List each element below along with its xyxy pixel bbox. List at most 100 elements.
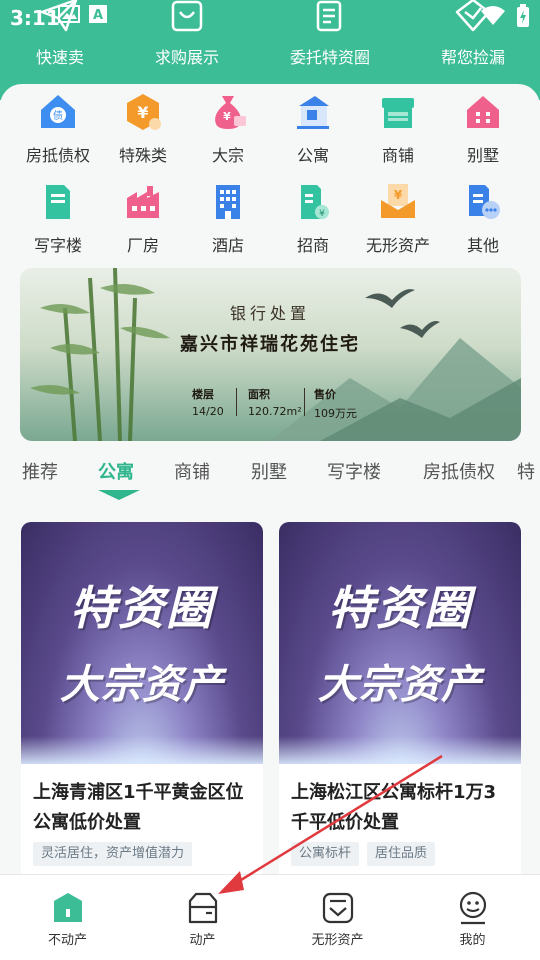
box-icon (186, 891, 220, 925)
svg-text:¥: ¥ (137, 103, 148, 122)
category-label: 特殊类 (118, 146, 167, 165)
money-bag-icon: ¥ (208, 92, 248, 132)
profile-icon (456, 891, 490, 925)
banner-stat-key: 售价 (314, 388, 336, 401)
quick-nav-label: 求购展示 (154, 48, 219, 67)
banner-stat-floor: 楼层 14/20 (192, 386, 224, 418)
nav-label: 不动产 (47, 933, 87, 948)
listing-title: 上海松江区公寓标杆1万3千平低价处置 (291, 782, 497, 833)
banner-stat-area: 面积 120.72m² (248, 386, 302, 418)
banner-stat-value: 14/20 (192, 405, 224, 418)
listing-image (21, 522, 263, 764)
quick-nav-row: 快速卖 求购展示 委托特资圈 帮您捡漏 (0, 0, 540, 78)
tab-apartment[interactable]: 公寓 (98, 458, 134, 484)
quick-nav-label: 快速卖 (35, 48, 84, 67)
other-icon (463, 182, 503, 222)
tab-recommend[interactable]: 推荐 (22, 458, 58, 484)
nav-label: 动产 (189, 933, 216, 948)
listing-promo-line2: 大宗资产 (318, 662, 482, 708)
category-grid: 债 房抵债权 ¥ 特殊类 ¥ 大宗 公寓 商铺 别墅 写字楼 厂房 酒店 ¥ 招… (0, 92, 540, 262)
tab-active-indicator (98, 490, 140, 500)
category-other[interactable]: 其他 (438, 182, 528, 262)
house-mortgage-icon: 债 (38, 92, 78, 132)
quick-nav-bargain[interactable]: 帮您捡漏 (408, 0, 538, 78)
nav-profile[interactable]: 我的 (405, 875, 540, 960)
category-label: 写字楼 (33, 236, 82, 255)
villa-icon (463, 92, 503, 132)
quick-nav-label: 委托特资圈 (289, 48, 370, 67)
intangible-asset-icon: ¥ (378, 182, 418, 222)
listing-promo-line1: 特资圈 (70, 581, 214, 635)
banner-stat-divider (236, 388, 237, 416)
category-bulk[interactable]: ¥ 大宗 (183, 92, 273, 172)
category-factory[interactable]: 厂房 (98, 182, 188, 262)
category-intangible[interactable]: ¥ 无形资产 (353, 182, 443, 262)
category-house-mortgage[interactable]: 债 房抵债权 (13, 92, 103, 172)
category-tabs: 推荐 公寓 商铺 别墅 写字楼 房抵债权 特 (0, 458, 540, 498)
office-building-icon (38, 182, 78, 222)
category-label: 房抵债权 (25, 146, 90, 165)
banner-title: 嘉兴市祥瑞花苑住宅 (180, 334, 360, 355)
category-investment[interactable]: ¥ 招商 (268, 182, 358, 262)
category-label: 大宗 (211, 146, 244, 165)
banner-stat-value: 120.72m² (248, 405, 302, 418)
category-shop[interactable]: 商铺 (353, 92, 443, 172)
quick-nav-entrust[interactable]: 委托特资圈 (265, 0, 395, 78)
nav-real-estate[interactable]: 不动产 (0, 875, 135, 960)
category-apartment[interactable]: 公寓 (268, 92, 358, 172)
category-label: 公寓 (296, 146, 329, 165)
listing-promo-line1: 特资圈 (328, 581, 472, 635)
investment-icon: ¥ (293, 182, 333, 222)
tab-villa[interactable]: 别墅 (251, 458, 287, 484)
listing-image-glow (21, 736, 263, 764)
listing-title: 上海青浦区1千平黄金区位公寓低价处置 (33, 782, 244, 833)
svg-text:债: 债 (53, 109, 63, 122)
nav-label: 无形资产 (311, 933, 364, 948)
real-estate-icon (51, 891, 85, 925)
banner-subtitle: 银行处置 (229, 304, 310, 323)
banner-stat-price: 售价 109万元 (314, 386, 357, 421)
tab-special[interactable]: 特 (517, 458, 535, 484)
tab-office[interactable]: 写字楼 (327, 458, 381, 484)
banner-stat-key: 面积 (248, 388, 270, 401)
listing-tag: 灵活居住，资产增值潜力 (33, 842, 193, 866)
category-label: 别墅 (466, 146, 499, 165)
nav-intangible-assets[interactable]: 无形资产 (270, 875, 405, 960)
bottom-nav: 不动产 动产 无形资产 我的 (0, 874, 540, 960)
nav-label: 我的 (459, 933, 486, 948)
listing-promo-line2: 大宗资产 (60, 662, 224, 708)
quick-nav-sell-fast[interactable]: 快速卖 (0, 0, 125, 78)
category-label: 厂房 (126, 236, 159, 255)
factory-icon (123, 182, 163, 222)
banner-stat-key: 楼层 (192, 388, 214, 401)
tab-house-mortgage[interactable]: 房抵债权 (423, 458, 495, 484)
document-icon (312, 0, 348, 38)
nav-movable-property[interactable]: 动产 (135, 875, 270, 960)
hotel-icon (208, 182, 248, 222)
listing-card[interactable]: 特资圈 大宗资产 上海青浦区1千平黄金区位公寓低价处置 灵活居住，资产增值潜力 (21, 522, 263, 882)
shopping-bag-icon (169, 0, 205, 38)
category-special[interactable]: ¥ 特殊类 (98, 92, 188, 172)
listing-card[interactable]: 特资圈 大宗资产 上海松江区公寓标杆1万3千平低价处置 公寓标杆 居住品质 (279, 522, 521, 882)
banner-stat-divider (304, 388, 305, 416)
tab-shop[interactable]: 商铺 (174, 458, 210, 484)
svg-text:¥: ¥ (319, 209, 325, 219)
svg-text:¥: ¥ (223, 110, 231, 123)
listing-tag: 公寓标杆 (291, 842, 360, 866)
category-villa[interactable]: 别墅 (438, 92, 528, 172)
category-label: 商铺 (381, 146, 414, 165)
category-label: 招商 (296, 236, 329, 255)
listing-image (279, 522, 521, 764)
apartment-icon (293, 92, 333, 132)
category-label: 无形资产 (365, 236, 430, 255)
listing-tag: 居住品质 (367, 842, 436, 866)
paper-plane-icon (40, 0, 80, 38)
quick-nav-label: 帮您捡漏 (440, 48, 505, 67)
quick-nav-purchase-display[interactable]: 求购展示 (122, 0, 252, 78)
yen-coin-icon: ¥ (123, 92, 163, 132)
intangible-icon (321, 891, 355, 925)
category-office[interactable]: 写字楼 (13, 182, 103, 262)
shield-icon (453, 0, 493, 36)
category-hotel[interactable]: 酒店 (183, 182, 273, 262)
category-label: 其他 (466, 236, 499, 255)
